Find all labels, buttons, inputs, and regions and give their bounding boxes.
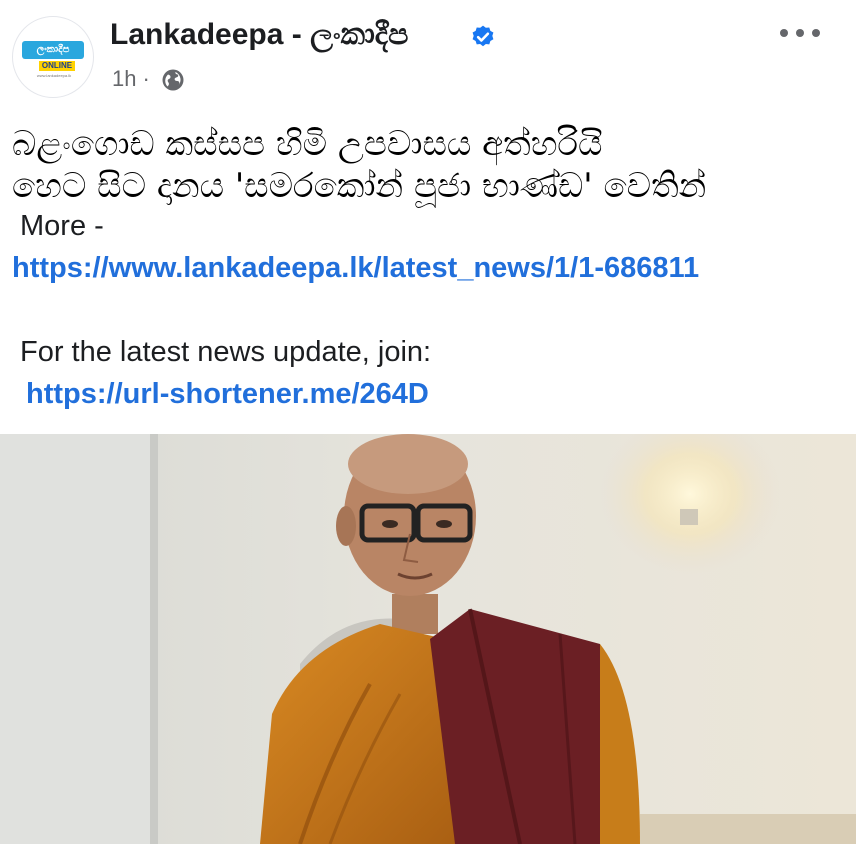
more-options-icon[interactable] <box>776 24 824 42</box>
monk-photo-illustration <box>0 434 856 844</box>
avatar-logo-sub: ONLINE <box>39 61 75 71</box>
avatar-logo-text: ලංකාදීප <box>22 41 84 59</box>
post-time[interactable]: 1h <box>112 66 136 91</box>
post-photo[interactable] <box>0 434 856 844</box>
page-name-link[interactable]: Lankadeepa - ලංකාදීප <box>110 18 408 52</box>
post-header: ලංකාදීප ONLINE www.lankadeepa.lk Lankade… <box>0 0 856 110</box>
more-label: More - <box>20 210 104 242</box>
headline-line-1: බළංගොඩ කස්සප හිමි උපවාසය අත්හරියි <box>12 124 603 164</box>
article-link[interactable]: https://www.lankadeepa.lk/latest_news/1/… <box>12 252 699 285</box>
verified-badge-icon <box>472 25 494 47</box>
avatar-logo-url: www.lankadeepa.lk <box>36 73 72 78</box>
join-text: For the latest news update, join: <box>20 336 432 368</box>
globe-icon[interactable] <box>161 68 185 92</box>
post-meta: 1h · <box>112 66 156 92</box>
meta-separator: · <box>142 66 150 91</box>
page-avatar[interactable]: ලංකාදීප ONLINE www.lankadeepa.lk <box>12 16 94 98</box>
headline-line-2: හෙට සිට දානය 'සමරකෝන් පූජා භාණ්ඩ' වෙතින් <box>12 166 707 206</box>
join-link[interactable]: https://url-shortener.me/264D <box>26 378 429 411</box>
